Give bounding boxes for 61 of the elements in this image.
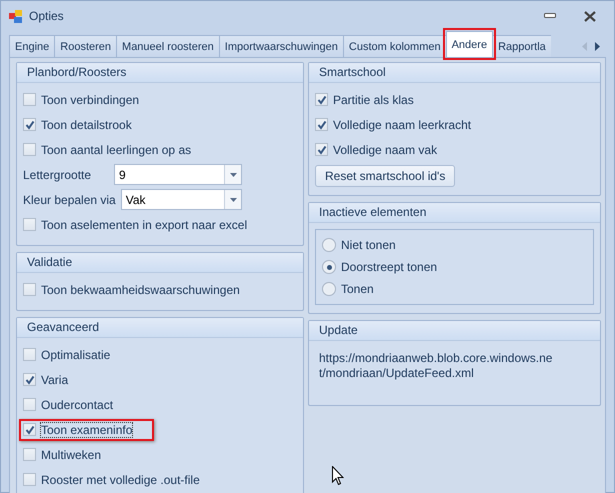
checkbox-label[interactable]: Rooster met volledige .out-file [41, 472, 200, 486]
group-title: Inactieve elementen [309, 203, 600, 223]
checkbox-label[interactable]: Toon aantal leerlingen op as [41, 142, 192, 156]
group-title: Smartschool [309, 63, 600, 83]
checkbox-label[interactable]: Oudercontact [41, 398, 114, 412]
group-title: Geavanceerd [17, 318, 303, 338]
radio-button[interactable] [322, 238, 336, 252]
checkbox-label[interactable]: Volledige naam leerkracht [333, 118, 472, 132]
app-icon [9, 10, 23, 22]
tab[interactable]: Manueel roosteren [116, 35, 220, 57]
checkbox[interactable] [23, 423, 36, 436]
tab[interactable]: Rapportla [492, 35, 551, 57]
caret-icon [230, 198, 236, 202]
checkbox[interactable] [315, 143, 328, 156]
checkbox[interactable] [23, 93, 36, 106]
field-label: Kleur bepalen via [23, 192, 116, 206]
radio-button[interactable] [322, 260, 336, 274]
checkbox-label[interactable]: Toon bekwaamheidswaarschuwingen [41, 282, 240, 296]
update-url: https://mondriaanweb.blob.core.windows.net/mondriaan/UpdateFeed.xml [318, 350, 554, 382]
checkbox[interactable] [23, 348, 36, 361]
caret-icon [230, 172, 236, 176]
radio-label[interactable]: Niet tonen [341, 238, 396, 252]
tab[interactable]: Engine [9, 35, 56, 57]
checkbox-label[interactable]: Volledige naam vak [333, 142, 438, 156]
reset-button[interactable]: Reset smartschool id's [315, 165, 456, 187]
checkbox[interactable] [23, 118, 36, 131]
checkbox-label[interactable]: Optimalisatie [41, 348, 110, 362]
checkbox[interactable] [23, 473, 36, 486]
mouse-cursor-icon [332, 466, 344, 485]
minimize-icon[interactable] [544, 13, 556, 19]
dropdown[interactable]: Vak [120, 189, 242, 210]
checkbox-label[interactable]: Toon exameninfo [41, 422, 132, 436]
checkbox[interactable] [23, 448, 36, 461]
checkbox-label[interactable]: Varia [41, 372, 68, 386]
checkbox[interactable] [315, 93, 328, 106]
checkbox-label[interactable]: Multiweken [41, 448, 102, 462]
radio-label[interactable]: Doorstreept tonen [341, 260, 438, 274]
group-title: Update [309, 321, 600, 341]
group-title: Planbord/Roosters [17, 63, 303, 83]
scroll-right-icon[interactable] [595, 42, 600, 50]
tab[interactable]: Importwaarschuwingen [218, 35, 344, 57]
checkbox-label[interactable]: Toon verbindingen [41, 92, 140, 106]
checkbox-label[interactable]: Toon detailstrook [41, 118, 132, 132]
radio-button[interactable] [322, 282, 336, 296]
checkbox[interactable] [23, 218, 36, 231]
radio-label[interactable]: Tonen [341, 282, 374, 296]
group-title: Validatie [17, 253, 303, 273]
checkbox[interactable] [23, 398, 36, 411]
checkbox-label[interactable]: Toon aselementen in export naar excel [41, 218, 248, 232]
checkbox-label[interactable]: Partitie als klas [333, 92, 414, 106]
close-icon[interactable] [584, 10, 596, 22]
dropdown[interactable]: 9 [114, 164, 242, 185]
checkbox[interactable] [315, 118, 328, 131]
tab[interactable]: Custom kolommen [342, 35, 447, 57]
window-title: Opties [29, 9, 64, 23]
field-label: Lettergrootte [23, 168, 92, 182]
tab[interactable]: Roosteren [54, 35, 118, 57]
checkbox[interactable] [23, 143, 36, 156]
checkbox[interactable] [23, 373, 36, 386]
tab[interactable]: Andere [446, 31, 494, 57]
checkbox[interactable] [23, 283, 36, 296]
